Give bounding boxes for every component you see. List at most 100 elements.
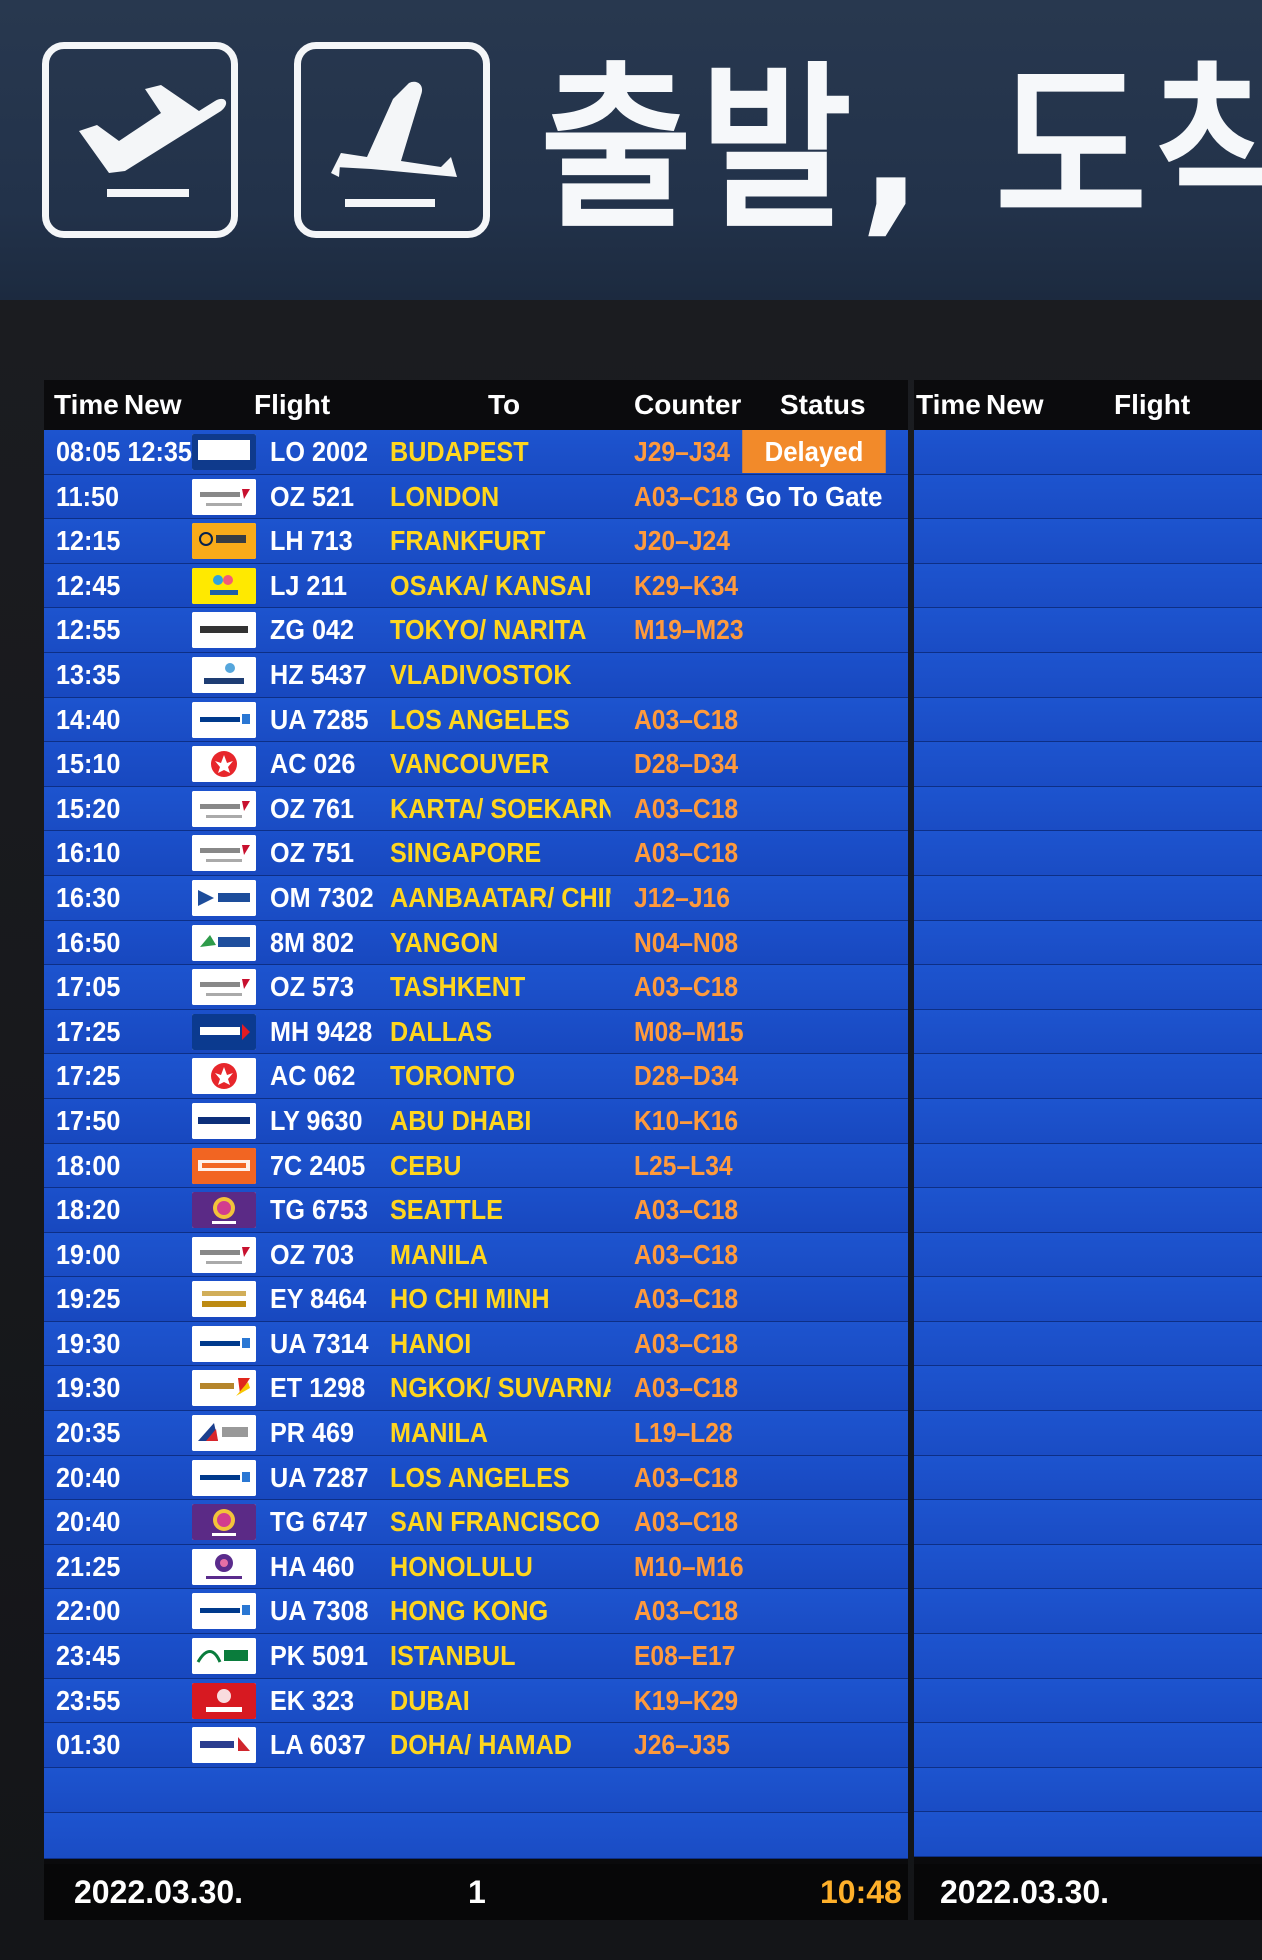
flight-number: HA 460 — [270, 1550, 355, 1582]
flight-time: 14:40 — [56, 703, 121, 735]
destination: FRANKFURT — [390, 526, 546, 557]
flight-number: UA 7308 — [270, 1595, 369, 1627]
check-in-counter: K10–K16 — [634, 1104, 739, 1136]
check-in-counter: L19–L28 — [634, 1417, 733, 1449]
arrivals-icon — [294, 42, 490, 238]
check-in-counter: A03–C18 — [634, 1327, 739, 1359]
flight-time: 17:25 — [56, 1060, 121, 1092]
table-row: 20:40 TG 6747 SAN FRANCISCO A03–C18 — [44, 1500, 908, 1545]
empty-row — [914, 1277, 1262, 1322]
airline-logo — [192, 1013, 256, 1050]
flight-number: AC 026 — [270, 748, 356, 780]
board-header: Time New Flight To Counter Status — [44, 380, 908, 430]
airline-logo — [192, 1638, 256, 1675]
empty-row — [914, 697, 1262, 743]
empty-row — [914, 1812, 1262, 1857]
check-in-counter: J29–J34 — [634, 436, 730, 467]
destination: DALLAS — [390, 1016, 493, 1047]
table-row: 18:20 TG 6753 SEATTLE A03–C18 — [44, 1188, 908, 1233]
empty-row — [44, 1767, 908, 1814]
flight-time: 20:40 — [56, 1506, 121, 1538]
table-row: 12:15 LH 713 FRANKFURT J20–J24 — [44, 519, 908, 564]
empty-row — [914, 1188, 1262, 1233]
flight-time: 19:30 — [56, 1372, 121, 1404]
empty-row — [914, 920, 1262, 966]
table-row: 16:30 OM 7302 AANBAATAR/ CHING J12–J16 — [44, 875, 908, 921]
flight-time: 23:55 — [56, 1684, 121, 1716]
airline-logo — [192, 1325, 256, 1362]
airline-logo — [192, 924, 256, 961]
check-in-counter: M19–M23 — [634, 614, 744, 646]
airline-logo — [192, 1727, 256, 1764]
flight-number: EY 8464 — [270, 1283, 367, 1315]
flight-status: Delayed — [742, 430, 886, 473]
header-time: Time — [54, 389, 119, 420]
table-row: 21:25 HA 460 HONOLULU M10–M16 — [44, 1544, 908, 1590]
destination: OSAKA/ KANSAI — [390, 570, 592, 601]
empty-row — [914, 786, 1262, 832]
destination: VLADIVOSTOK — [390, 659, 572, 690]
airline-logo — [192, 879, 256, 916]
check-in-counter: K29–K34 — [634, 569, 739, 601]
flight-time: 15:10 — [56, 748, 121, 780]
destination: LOS ANGELES — [390, 1462, 570, 1493]
flight-number: UA 7314 — [270, 1327, 369, 1359]
header-new: New — [124, 389, 182, 420]
destination: ISTANBUL — [390, 1641, 516, 1672]
airline-logo — [192, 1370, 256, 1407]
empty-row — [914, 1500, 1262, 1545]
table-row: 20:35 PR 469 MANILA L19–L28 — [44, 1411, 908, 1456]
check-in-counter: A03–C18 — [634, 1372, 739, 1404]
sign-title: 출발, 도착 — [540, 46, 1262, 253]
header2-new: New — [986, 389, 1044, 420]
check-in-counter: K19–K29 — [634, 1684, 739, 1716]
check-in-counter: L25–L34 — [634, 1149, 733, 1181]
destination: MANILA — [390, 1418, 488, 1449]
table-row: 16:10 OZ 751 SINGAPORE A03–C18 — [44, 831, 908, 876]
empty-row — [914, 1589, 1262, 1635]
check-in-counter: A03–C18 — [634, 703, 739, 735]
table-row: 23:45 PK 5091 ISTANBUL E08–E17 — [44, 1634, 908, 1679]
flight-number: EK 323 — [270, 1684, 355, 1716]
empty-row — [914, 1009, 1262, 1055]
flight-number: OM 7302 — [270, 881, 374, 913]
table-row: 12:45 LJ 211 OSAKA/ KANSAI K29–K34 — [44, 563, 908, 609]
empty-row — [914, 563, 1262, 609]
empty-row — [914, 831, 1262, 876]
flight-time: 16:10 — [56, 837, 121, 869]
table-row: 19:25 EY 8464 HO CHI MINH A03–C18 — [44, 1277, 908, 1322]
table-row: 01:30 LA 6037 DOHA/ HAMAD J26–J35 — [44, 1723, 908, 1768]
table-row: 08:05 12:35 LOT LO 2002 BUDAPEST J29–J34 Dela… — [44, 430, 908, 475]
check-in-counter: A03–C18 — [634, 1461, 739, 1493]
destination: DOHA/ HAMAD — [390, 1730, 572, 1761]
footer-clock: 10:48 — [820, 1874, 902, 1910]
departures-board: Time New Flight To Counter Status 08:05 … — [44, 380, 908, 1920]
flight-time: 01:30 — [56, 1729, 121, 1761]
airline-logo — [192, 478, 256, 515]
airline-logo — [192, 1102, 256, 1139]
table-row: 18:00 7C 2405 CEBU L25–L34 — [44, 1143, 908, 1189]
empty-row — [914, 1098, 1262, 1144]
flight-number: ZG 042 — [270, 614, 355, 646]
svg-text:LOT: LOT — [208, 443, 241, 460]
flight-number: LY 9630 — [270, 1104, 363, 1136]
empty-row — [914, 1321, 1262, 1367]
footer2-date: 2022.03.30. — [940, 1874, 1110, 1910]
check-in-counter: M10–M16 — [634, 1550, 744, 1582]
airline-logo — [192, 1281, 256, 1318]
destination: MANILA — [390, 1239, 488, 1270]
check-in-counter: D28–D34 — [634, 1060, 739, 1092]
empty-row — [914, 474, 1262, 520]
empty-row — [914, 1054, 1262, 1099]
airline-logo — [192, 1192, 256, 1229]
empty-row — [914, 1767, 1262, 1813]
destination: TASHKENT — [390, 972, 526, 1003]
flight-number: 7C 2405 — [270, 1149, 366, 1181]
table-row: 15:20 OZ 761 KARTA/ SOEKARNO A03–C18 — [44, 786, 908, 832]
airline-logo — [192, 1548, 256, 1585]
airline-logo — [192, 969, 256, 1006]
flight-time: 18:00 — [56, 1149, 121, 1181]
airline-logo — [192, 567, 256, 604]
empty-row — [914, 875, 1262, 921]
airline-logo — [192, 612, 256, 649]
